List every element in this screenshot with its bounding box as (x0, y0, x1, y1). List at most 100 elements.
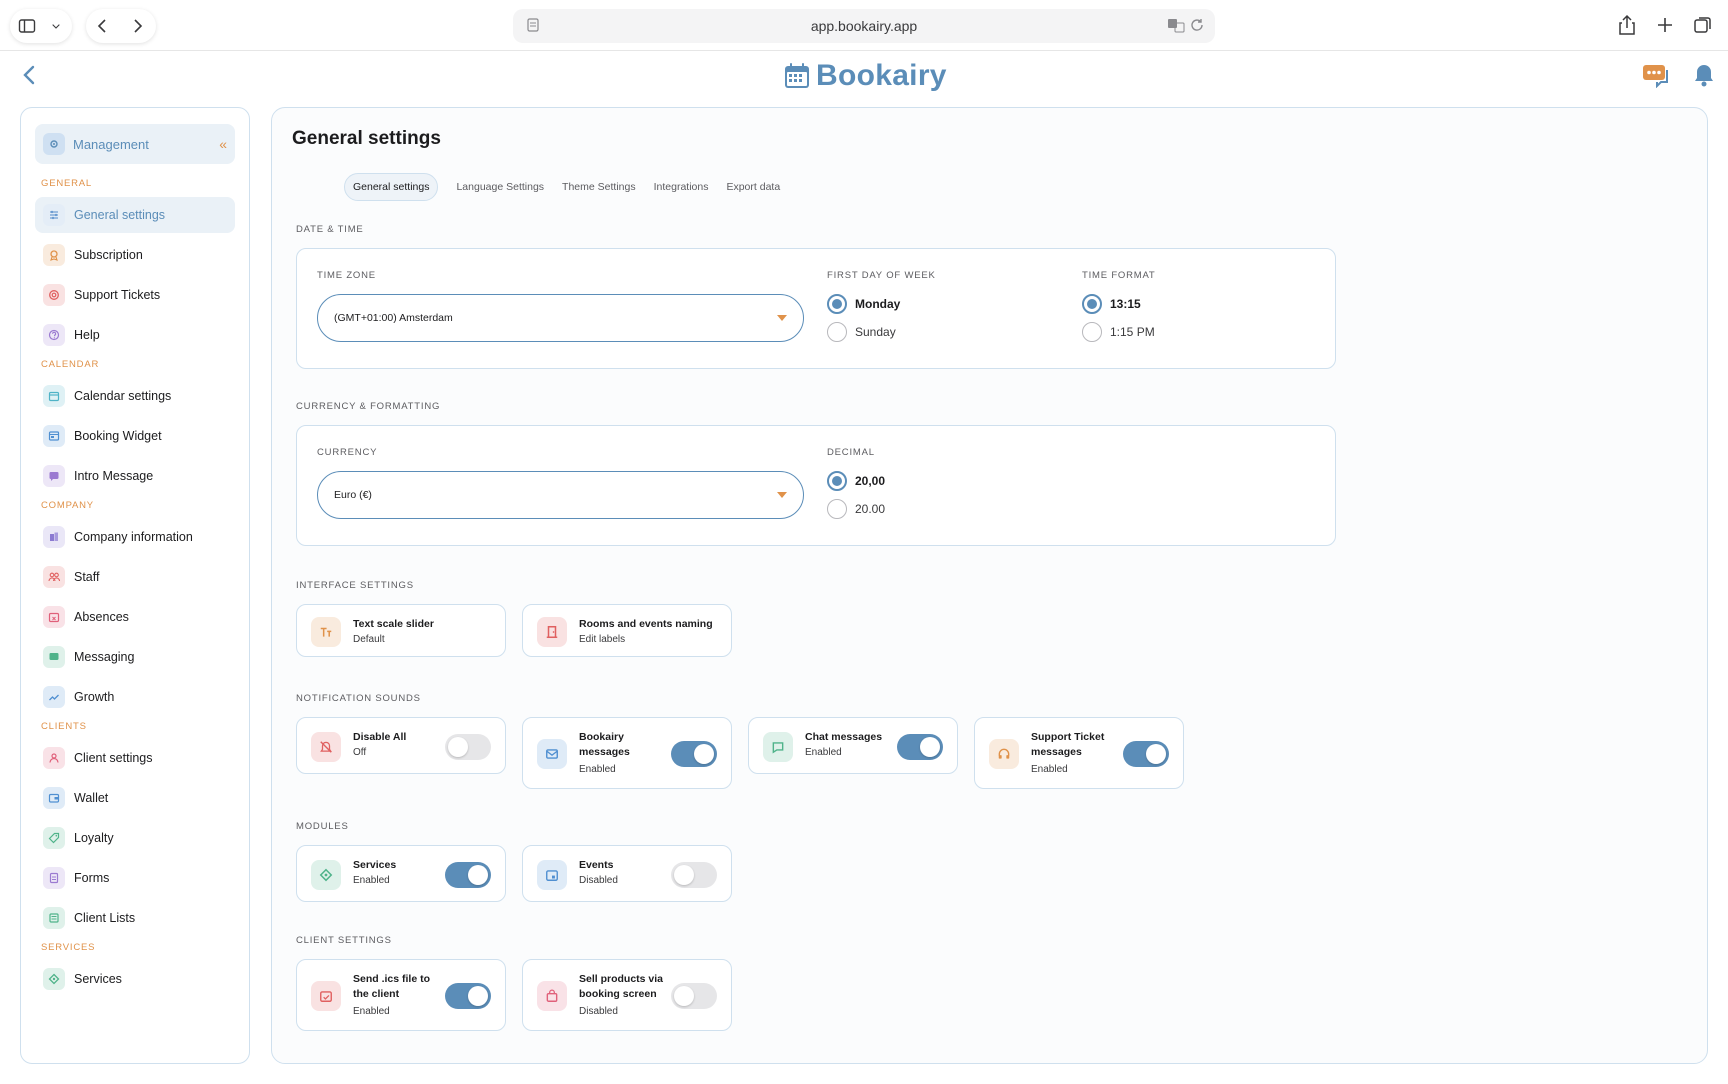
tile-title: Support Ticket messages (1031, 731, 1105, 758)
sidebar-item-loyalty[interactable]: Loyalty (35, 820, 235, 856)
form-icon (43, 867, 65, 889)
tabs-overview-icon[interactable] (1692, 12, 1714, 38)
tab-export-data[interactable]: Export data (726, 181, 780, 193)
bell-icon[interactable] (1692, 62, 1716, 88)
sidebar-item-messaging[interactable]: Messaging (35, 639, 235, 675)
currency-select[interactable]: Euro (€) (317, 471, 804, 519)
setting-tile-events[interactable]: Events Disabled (522, 845, 732, 902)
message-icon (43, 465, 65, 487)
sidebar-item-client-lists[interactable]: Client Lists (35, 900, 235, 936)
radio-12h[interactable]: 1:15 PM (1082, 322, 1155, 342)
tab-theme-settings[interactable]: Theme Settings (562, 181, 636, 193)
toggle-switch[interactable] (445, 861, 491, 888)
currency-card: CURRENCY Euro (€) DECIMAL 20,00 20.00 (296, 425, 1336, 546)
radio-button (1082, 322, 1102, 342)
back-arrow-icon[interactable] (18, 62, 42, 88)
toggle-switch[interactable] (671, 861, 717, 888)
chat-icon[interactable] (1642, 62, 1672, 88)
setting-tile-disable-all[interactable]: Disable All Off (296, 717, 506, 774)
browser-back-icon[interactable] (86, 9, 120, 43)
setting-tile-support-ticket-messages[interactable]: Support Ticket messages Enabled (974, 717, 1184, 789)
radio-label: 20.00 (855, 502, 886, 516)
sidebar-item-label: Growth (74, 690, 115, 704)
reload-icon[interactable] (1189, 17, 1205, 33)
sidebar-item-forms[interactable]: Forms (35, 860, 235, 896)
sidebar-item-booking-widget[interactable]: Booking Widget (35, 418, 235, 454)
sidebar-item-label: Absences (74, 610, 129, 624)
address-bar[interactable]: app.bookairy.app (513, 9, 1215, 43)
sidebar-item-calendar-settings[interactable]: Calendar settings (35, 378, 235, 414)
radio-monday[interactable]: Monday (827, 294, 900, 314)
radio-sunday[interactable]: Sunday (827, 322, 896, 342)
tab-language-settings[interactable]: Language Settings (456, 181, 544, 193)
sidebar-item-support-tickets[interactable]: Support Tickets (35, 277, 235, 313)
timezone-value: (GMT+01:00) Amsterdam (334, 312, 453, 324)
sidebar-item-subscription[interactable]: Subscription (35, 237, 235, 273)
toggle-switch[interactable] (1123, 741, 1169, 767)
toggle-switch[interactable] (445, 983, 491, 1009)
collapse-sidebar-icon[interactable]: « (219, 136, 227, 152)
radio-label: 13:15 (1110, 297, 1141, 311)
management-header[interactable]: Management « (35, 124, 235, 164)
sidebar-nav: GENERAL General settings Subscription Suppo… (35, 178, 235, 997)
sidebar-item-wallet[interactable]: Wallet (35, 780, 235, 816)
chat-icon (43, 646, 65, 668)
setting-tile-send-ics-file-to-the-client[interactable]: Send .ics file to the client Enabled (296, 959, 506, 1031)
radio-decimal-dot[interactable]: 20.00 (827, 499, 885, 519)
sidebar-item-absences[interactable]: Absences (35, 599, 235, 635)
sidebar-item-company-information[interactable]: Company information (35, 519, 235, 555)
lifebuoy-icon (43, 284, 65, 306)
radio-button (827, 499, 847, 519)
tile-status: Off (353, 747, 367, 758)
setting-tile-sell-products-via-booking-screen[interactable]: Sell products via booking screen Disabled (522, 959, 732, 1031)
sidebar-item-label: Forms (74, 871, 110, 885)
calendar-icon (43, 385, 65, 407)
setting-tile-chat-messages[interactable]: Chat messages Enabled (748, 717, 958, 774)
chevron-down-icon[interactable] (44, 9, 68, 43)
sidebar-item-general-settings[interactable]: General settings (35, 197, 235, 233)
sidebar-item-growth[interactable]: Growth (35, 679, 235, 715)
sidebar-item-services[interactable]: Services (35, 961, 235, 997)
toggle-switch[interactable] (671, 983, 717, 1009)
timezone-select[interactable]: (GMT+01:00) Amsterdam (317, 294, 804, 342)
sidebar-item-staff[interactable]: Staff (35, 559, 235, 595)
radio-decimal-comma[interactable]: 20,00 (827, 471, 885, 491)
setting-tile-services[interactable]: Services Enabled (296, 845, 506, 902)
sidebar-item-label: Calendar settings (74, 389, 172, 403)
toggle-switch[interactable] (671, 741, 717, 767)
setting-tile-bookairy-messages[interactable]: Bookairy messages Enabled (522, 717, 732, 789)
browser-forward-icon[interactable] (120, 9, 154, 43)
trend-icon (43, 686, 65, 708)
sidebar-section-title: GENERAL (41, 178, 93, 189)
calendar-event-icon (537, 859, 567, 890)
tile-title: Send .ics file to the client (353, 973, 431, 1000)
sidebar-item-intro-message[interactable]: Intro Message (35, 458, 235, 494)
diamond-icon (43, 968, 65, 990)
new-tab-icon[interactable] (1654, 12, 1676, 38)
toggle-switch[interactable] (897, 733, 943, 760)
share-icon[interactable] (1616, 12, 1638, 38)
radio-24h[interactable]: 13:15 (1082, 294, 1141, 314)
calendar-x-icon (43, 606, 65, 628)
reader-icon[interactable] (525, 17, 541, 33)
toggle-switch[interactable] (445, 733, 491, 760)
setting-tile-rooms-and-events-naming[interactable]: Rooms and events naming Edit labels (522, 604, 732, 657)
sidebar-item-client-settings[interactable]: Client settings (35, 740, 235, 776)
tab-integrations[interactable]: Integrations (654, 181, 709, 193)
tab-general-settings[interactable]: General settings (344, 173, 439, 201)
translate-icon[interactable] (1167, 17, 1185, 33)
tile-status: Default (353, 634, 385, 645)
radio-label: Sunday (855, 325, 896, 339)
sidebar-section-title: COMPANY (41, 500, 94, 511)
sidebar-item-label: Intro Message (74, 469, 154, 483)
sliders-icon (43, 204, 65, 226)
tile-title: Sell products via booking screen (579, 973, 664, 1000)
tile-title: Disable All (353, 731, 407, 743)
setting-tile-text-scale-slider[interactable]: Text scale slider Default (296, 604, 506, 657)
decimal-label: DECIMAL (827, 447, 875, 458)
toggle-knob (694, 744, 714, 764)
sidebar-item-help[interactable]: Help (35, 317, 235, 353)
badge-icon (43, 244, 65, 266)
sidebar-toggle-icon[interactable] (10, 9, 44, 43)
toggle-knob (1146, 744, 1166, 764)
